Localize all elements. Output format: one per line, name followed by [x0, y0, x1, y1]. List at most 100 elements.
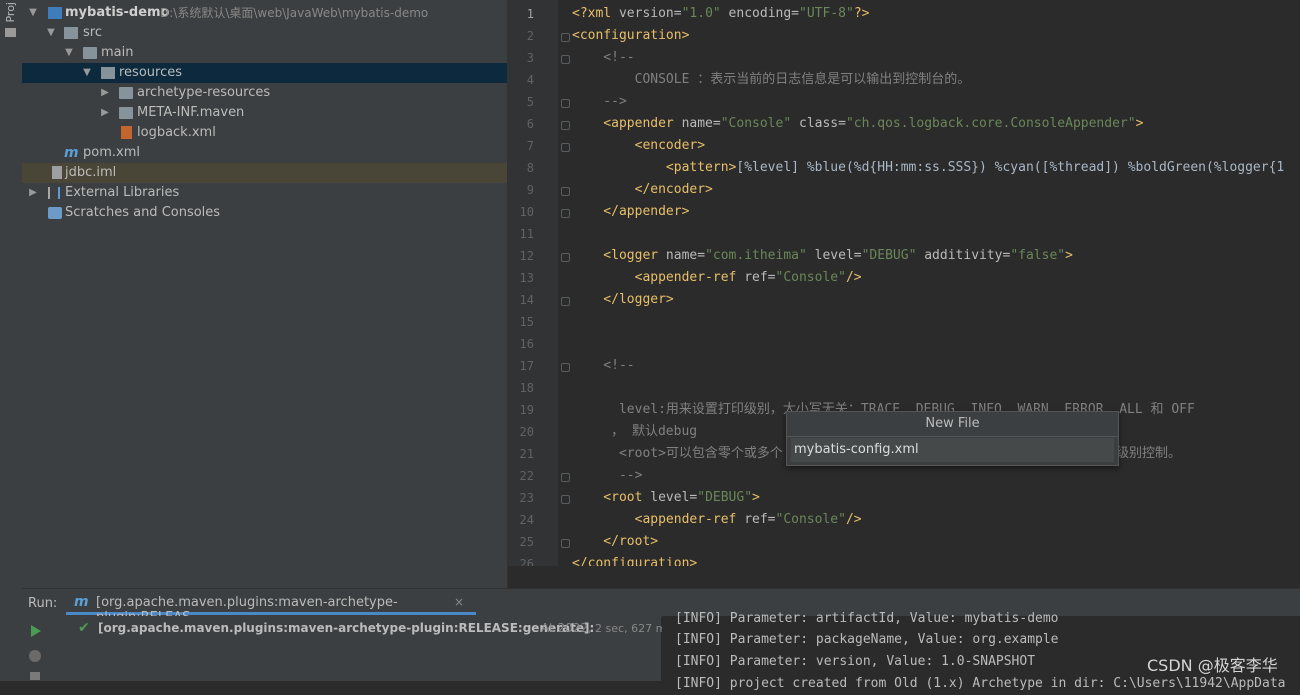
tree-item-label: jdbc.iml [65, 165, 117, 180]
code-token: <?xml [572, 6, 619, 21]
fold-marker-icon[interactable] [561, 539, 570, 548]
line-number: 8 [526, 161, 534, 175]
code-token: "DEBUG" [861, 248, 917, 263]
tree-item-root[interactable]: ▼ mybatis-demo D:\系统默认\桌面\web\JavaWeb\my… [22, 3, 507, 23]
tree-item-label: main [101, 45, 134, 60]
code-line: <root level="DEBUG"> [572, 487, 760, 509]
run-build-tree: ✔ [org.apache.maven.plugins:maven-archet… [50, 616, 672, 681]
code-line: <configuration> [572, 28, 690, 43]
code-line: --> [572, 94, 627, 109]
fold-marker-icon[interactable] [561, 55, 570, 64]
line-number: 25 [519, 535, 534, 549]
run-tab[interactable]: m [org.apache.maven.plugins:maven-archet… [66, 591, 476, 625]
console-line: [INFO] project created from Old (1.x) Ar… [675, 676, 1286, 691]
folder-icon [64, 27, 78, 39]
tree-item-pom[interactable]: m pom.xml [22, 143, 507, 163]
code-token: "UTF-8" [799, 6, 854, 21]
fold-marker-icon[interactable] [561, 363, 570, 372]
module-folder-icon [48, 7, 62, 19]
chevron-right-icon[interactable]: ▶ [100, 83, 110, 103]
chevron-right-icon[interactable]: ▶ [100, 103, 110, 123]
line-number: 3 [526, 51, 534, 65]
tool-window-strip: Proj [0, 0, 23, 681]
tool-icon[interactable] [30, 672, 40, 680]
watermark: CSDN @极客李华 [1147, 656, 1278, 675]
code-token: <appender-ref [572, 270, 745, 285]
run-toolbar [22, 616, 50, 681]
tree-item-label: src [83, 25, 102, 40]
line-number: 16 [519, 337, 534, 351]
chevron-down-icon[interactable]: ▼ [46, 23, 56, 43]
line-number: 13 [519, 271, 534, 285]
fold-marker-icon[interactable] [561, 143, 570, 152]
editor-horizontal-scrollbar[interactable] [508, 566, 1300, 588]
tree-item-label: pom.xml [83, 145, 140, 160]
scratches-icon [48, 207, 62, 219]
code-editor[interactable]: 1 2 3 4 5 6 7 8 9 10 11 12 13 14 15 16 1… [508, 0, 1300, 566]
debug-icon[interactable] [29, 650, 41, 662]
tree-item-label: mybatis-demo [65, 5, 170, 20]
tree-item-src[interactable]: ▼ src [22, 23, 507, 43]
line-number: 2 [526, 29, 534, 43]
tree-item-logback[interactable]: logback.xml [22, 123, 507, 143]
fold-marker-icon[interactable] [561, 99, 570, 108]
fold-marker-icon[interactable] [561, 473, 570, 482]
tree-item-label: archetype-resources [137, 85, 271, 100]
line-number: 9 [526, 183, 534, 197]
chevron-right-icon[interactable]: ▶ [28, 183, 38, 203]
tree-item-external-libraries[interactable]: ▶ External Libraries [22, 183, 507, 203]
dialog-title: New File [787, 412, 1118, 437]
line-number: 21 [519, 447, 534, 461]
line-number: 12 [519, 249, 534, 263]
close-icon[interactable]: × [454, 595, 464, 609]
xml-file-icon [121, 126, 132, 139]
fold-marker-icon[interactable] [561, 297, 570, 306]
fold-marker-icon[interactable] [561, 33, 570, 42]
code-line: <pattern>[%level] %blue(%d{HH:mm:ss.SSS}… [572, 157, 1284, 179]
code-token: /> [845, 512, 862, 527]
project-tool-tab[interactable]: Proj [4, 2, 17, 23]
folder-icon[interactable] [5, 28, 16, 37]
tree-item-jdbc-iml[interactable]: jdbc.iml [22, 163, 507, 183]
code-token: ref= [744, 270, 776, 285]
code-token: additivity= [916, 248, 1011, 263]
code-token: name= [665, 248, 706, 263]
tree-item-scratches[interactable]: Scratches and Consoles [22, 203, 507, 223]
line-number: 15 [519, 315, 534, 329]
chevron-down-icon[interactable]: ▼ [28, 3, 38, 23]
tree-item-label: logback.xml [137, 125, 216, 140]
file-name-input[interactable]: mybatis-config.xml [791, 438, 1114, 462]
code-token: "Console" [775, 512, 846, 527]
line-number: 17 [519, 359, 534, 373]
code-token: name= [681, 116, 721, 131]
fold-marker-icon[interactable] [561, 253, 570, 262]
code-line: --> [572, 468, 643, 483]
line-number: 19 [519, 403, 534, 417]
libraries-icon [48, 187, 60, 199]
chevron-down-icon[interactable]: ▼ [64, 43, 74, 63]
tree-item-meta-inf[interactable]: ▶ META-INF.maven [22, 103, 507, 123]
line-number: 10 [519, 205, 534, 219]
fold-marker-icon[interactable] [561, 495, 570, 504]
fold-marker-icon[interactable] [561, 209, 570, 218]
rerun-icon[interactable] [31, 625, 41, 637]
tree-item-resources[interactable]: ▼ resources [22, 63, 507, 83]
code-token: class= [791, 116, 846, 131]
fold-marker-icon[interactable] [561, 121, 570, 130]
code-line: </configuration> [572, 556, 698, 566]
build-task-name[interactable]: [org.apache.maven.plugins:maven-archetyp… [98, 621, 594, 635]
tree-item-archetype-resources[interactable]: ▶ archetype-resources [22, 83, 507, 103]
build-time: At 2022, 2 sec, 627 ms [541, 621, 672, 635]
code-token: <root>可以包含零个或多个 [572, 446, 783, 461]
run-label: Run: [28, 596, 58, 611]
tree-item-main[interactable]: ▼ main [22, 43, 507, 63]
code-token: level= [806, 248, 862, 263]
build-time-main: At 2022 [541, 621, 589, 635]
code-token: <root [572, 490, 651, 505]
folder-icon [119, 87, 133, 99]
code-token: ref= [744, 512, 776, 527]
fold-marker-icon[interactable] [561, 187, 570, 196]
chevron-down-icon[interactable]: ▼ [82, 63, 92, 83]
code-token: version= [618, 6, 682, 21]
line-number: 11 [519, 227, 534, 241]
